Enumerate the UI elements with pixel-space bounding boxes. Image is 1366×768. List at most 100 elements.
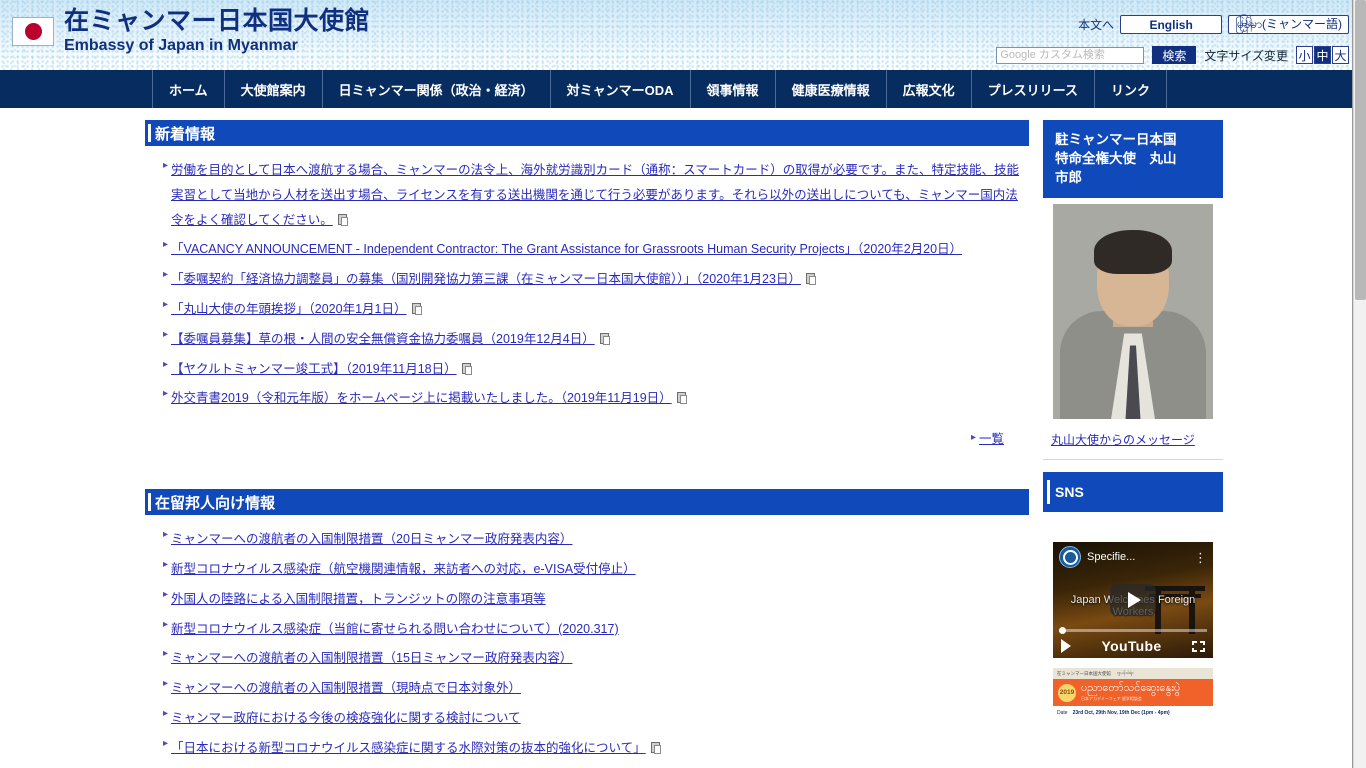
search-and-fontsize: 検索 文字サイズ変更 小 中 大 <box>996 46 1349 64</box>
banner-top-right: ဂျပန်သံရုံး <box>1117 670 1134 676</box>
nav-item-embassy-info[interactable]: 大使館案内 <box>223 70 322 108</box>
resident-link[interactable]: 新型コロナウイルス感染症（当館に寄せられる問い合わせについて）(2020.317… <box>171 622 619 636</box>
ambassador-message-link[interactable]: 丸山大使からのメッセージ <box>1051 433 1195 447</box>
residents-section: 在留邦人向け情報 ▸ ミャンマーへの渡航者の入国制限措置（20日ミャンマー政府発… <box>145 489 1029 768</box>
ambassador-title-line2: 特命全権大使 丸山 <box>1055 151 1177 167</box>
bullet-icon: ▸ <box>163 298 169 310</box>
pdf-icon <box>676 392 687 405</box>
resident-link-wrap: ミャンマー政府における今後の検疫強化に関する検討について <box>171 706 521 731</box>
banner-date-label: Date <box>1057 710 1068 717</box>
mofa-logo-icon <box>1059 546 1081 569</box>
video-scrubber[interactable] <box>1059 627 1207 635</box>
news-section: 新着情報 ▸ 労働を目的として日本へ渡航する場合、ミャンマーの法令上、海外就労識… <box>145 120 1029 447</box>
resident-link[interactable]: ミャンマーへの渡航者の入国制限措置（15日ミャンマー政府発表内容） <box>171 651 572 665</box>
resident-link-wrap: 外国人の陸路による入国制限措置，トランジットの際の注意事項等 <box>171 587 546 612</box>
banner-main-text: ပညာတော်သင်ဆွေးနွေးပွဲ <box>1081 682 1181 695</box>
news-more-link[interactable]: 一覧 <box>979 428 1004 447</box>
pdf-icon <box>599 332 610 345</box>
resident-link[interactable]: 新型コロナウイルス感染症（航空機関連情報，来訪者への対応，e-VISA受付停止） <box>171 562 636 576</box>
site-header: 在ミャンマー日本国大使館 Embassy of Japan in Myanmar… <box>0 0 1353 70</box>
bullet-icon: ▸ <box>163 358 169 370</box>
nav-item-home[interactable]: ホーム <box>152 70 224 108</box>
news-link[interactable]: 労働を目的として日本へ渡航する場合、ミャンマーの法令上、海外就労識別カード（通称… <box>171 163 1019 227</box>
bullet-icon: ▸ <box>163 529 169 541</box>
youtube-video-embed[interactable]: Specifie... ⋮ Japan Welcomes Foreign Wor… <box>1053 542 1213 659</box>
site-brand[interactable]: 在ミャンマー日本国大使館 Embassy of Japan in Myanmar <box>12 7 370 54</box>
scrollbar-thumb[interactable] <box>1355 0 1366 300</box>
banner-date-value: 23rd Oct, 29th Nov, 19th Dec (1pm - 4pm) <box>1072 710 1170 717</box>
nav-item-health-medical[interactable]: 健康医療情報 <box>774 70 886 108</box>
fullscreen-icon[interactable] <box>1192 640 1205 652</box>
list-item: ▸ 新型コロナウイルス感染症（当館に寄せられる問い合わせについて）(2020.3… <box>163 617 1029 642</box>
fontsize-medium-button[interactable]: 中 <box>1314 46 1331 64</box>
resident-link[interactable]: 「日本における新型コロナウイルス感染症に関する水際対策の抜本的強化について」 <box>171 741 646 755</box>
news-link[interactable]: 【委嘱員募集】草の根・人間の安全無償資金協力委嘱員（2019年12月4日） <box>171 332 595 346</box>
news-link[interactable]: 【ヤクルトミャンマー竣工式】（2019年11月18日） <box>171 362 457 376</box>
search-button[interactable]: 検索 <box>1152 46 1197 64</box>
ambassador-card: 駐ミャンマー日本国 特命全権大使 丸山 市郎 丸山大使からのメッセージ <box>1043 120 1223 461</box>
news-link[interactable]: 外交青書2019（令和元年版）をホームページ上に掲載いたしました。（2019年1… <box>171 391 672 405</box>
resident-link[interactable]: ミャンマー政府における今後の検疫強化に関する検討について <box>171 711 521 725</box>
japan-flag-icon <box>12 16 54 46</box>
resident-link[interactable]: 外国人の陸路による入国制限措置，トランジットの際の注意事項等 <box>171 592 546 606</box>
news-link-wrap: 「VACANCY ANNOUNCEMENT - Independent Cont… <box>171 237 962 262</box>
news-more-row: ▸ 一覧 <box>145 416 1029 447</box>
fontsize-small-button[interactable]: 小 <box>1296 46 1313 64</box>
resident-link[interactable]: ミャンマーへの渡航者の入国制限措置（現時点で日本対象外） <box>171 681 521 695</box>
nav-item-oda[interactable]: 対ミャンマーODA <box>549 70 690 108</box>
news-link-wrap: 「委嘱契約「経済協力調整員」の募集（国別開発協力第三課（在ミャンマー日本国大使館… <box>171 267 816 292</box>
fontsize-large-button[interactable]: 大 <box>1332 46 1349 64</box>
brand-text: 在ミャンマー日本国大使館 Embassy of Japan in Myanmar <box>64 7 370 54</box>
ambassador-photo-wrap <box>1043 198 1223 420</box>
nav-item-consular[interactable]: 領事情報 <box>689 70 775 108</box>
news-link[interactable]: 「丸山大使の年頭挨拶」（2020年1月1日） <box>171 302 406 316</box>
page-body: 新着情報 ▸ 労働を目的として日本へ渡航する場合、ミャンマーの法令上、海外就労識… <box>0 108 1353 768</box>
nav-item-press-release[interactable]: プレスリリース <box>970 70 1094 108</box>
play-icon-small[interactable] <box>1061 639 1071 654</box>
list-item: ▸ 「丸山大使の年頭挨拶」（2020年1月1日） <box>163 297 1029 322</box>
nav-item-japan-myanmar-relations[interactable]: 日ミャンマー関係（政治・経済） <box>321 70 550 108</box>
ambassador-title-line1: 駐ミャンマー日本国 <box>1055 132 1177 147</box>
residents-section-heading: 在留邦人向け情報 <box>145 489 1029 516</box>
study-fair-banner[interactable]: 在ミャンマー日本国大使館 ဂျပန်သံရုံး 2019 ပညာတော်သင်… <box>1053 668 1213 721</box>
kebab-menu-icon[interactable]: ⋮ <box>1190 551 1207 564</box>
youtube-video-title: Specifie... <box>1087 551 1136 564</box>
list-item: ▸ ミャンマーへの渡航者の入国制限措置（15日ミャンマー政府発表内容） <box>163 646 1029 671</box>
bullet-icon: ▸ <box>163 328 169 340</box>
language-myanmar-button[interactable]: မြန် မြန်မာ(ミャンマー語) <box>1228 15 1349 34</box>
news-link-wrap: 【ヤクルトミャンマー竣工式】（2019年11月18日） <box>171 357 472 382</box>
list-item: ▸ ミャンマー政府における今後の検疫強化に関する検討について <box>163 706 1029 731</box>
skip-to-content-link[interactable]: 本文へ <box>1078 16 1114 33</box>
pdf-icon <box>650 741 661 754</box>
news-link[interactable]: 「委嘱契約「経済協力調整員」の募集（国別開発協力第三課（在ミャンマー日本国大使館… <box>171 272 801 286</box>
pdf-icon <box>805 273 816 286</box>
search-input[interactable] <box>996 46 1145 64</box>
play-button-icon[interactable] <box>1110 584 1156 617</box>
banner-top-left: 在ミャンマー日本国大使館 <box>1057 670 1111 676</box>
language-english-button[interactable]: English <box>1120 15 1223 34</box>
main-column: 新着情報 ▸ 労働を目的として日本へ渡航する場合、ミャンマーの法令上、海外就労識… <box>145 120 1029 768</box>
bullet-icon: ▸ <box>163 618 169 630</box>
sns-body: Specifie... ⋮ Japan Welcomes Foreign Wor… <box>1043 512 1223 721</box>
portrait-hair <box>1094 230 1172 275</box>
nav-item-culture[interactable]: 広報文化 <box>885 70 971 108</box>
vertical-scrollbar[interactable] <box>1353 0 1366 768</box>
resident-link-wrap: ミャンマーへの渡航者の入国制限措置（15日ミャンマー政府発表内容） <box>171 646 572 671</box>
news-link-wrap: 労働を目的として日本へ渡航する場合、ミャンマーの法令上、海外就労識別カード（通称… <box>171 158 1029 232</box>
news-link[interactable]: 「VACANCY ANNOUNCEMENT - Independent Cont… <box>171 242 962 256</box>
banner-year-badge: 2019 <box>1058 683 1076 702</box>
bullet-icon: ▸ <box>163 588 169 600</box>
banner-bottom-strip: Date 23rd Oct, 29th Nov, 19th Dec (1pm -… <box>1053 706 1213 721</box>
ambassador-message-row: 丸山大使からのメッセージ <box>1043 419 1223 461</box>
nav-item-links[interactable]: リンク <box>1093 70 1167 108</box>
sns-card: SNS Specifie... ⋮ Japan Welcomes Foreign <box>1043 472 1223 721</box>
resident-link-wrap: ミャンマーへの渡航者の入国制限措置（現時点で日本対象外） <box>171 676 521 701</box>
resident-link[interactable]: ミャンマーへの渡航者の入国制限措置（20日ミャンマー政府発表内容） <box>171 532 572 546</box>
youtube-brand-label: YouTube <box>1101 638 1162 655</box>
list-item: ▸ 【ヤクルトミャンマー竣工式】（2019年11月18日） <box>163 357 1029 382</box>
bullet-icon: ▸ <box>970 431 976 443</box>
list-item: ▸ 労働を目的として日本へ渡航する場合、ミャンマーの法令上、海外就労識別カード（… <box>163 158 1029 232</box>
banner-middle-strip: 2019 ပညာတော်သင်ဆွေးနွေးပွဲ 日本アカデミーフェア 留学… <box>1053 679 1213 707</box>
fontsize-group: 小 中 大 <box>1296 46 1349 64</box>
list-item: ▸ ミャンマーへの渡航者の入国制限措置（現時点で日本対象外） <box>163 676 1029 701</box>
